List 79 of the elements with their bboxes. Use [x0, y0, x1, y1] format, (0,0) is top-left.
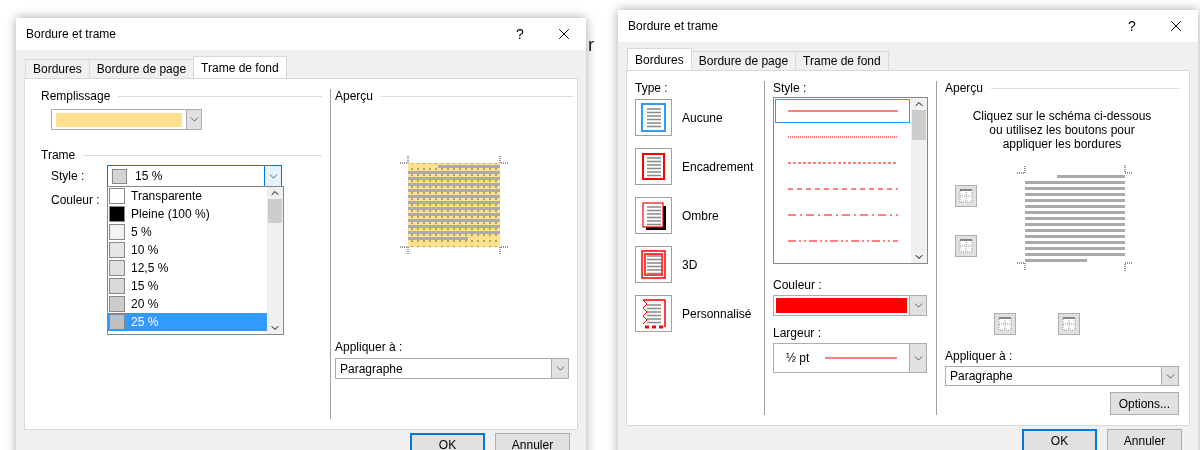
border-grid-icon	[959, 239, 973, 253]
line-style-list[interactable]	[773, 97, 928, 264]
dropdown-arrow-button[interactable]	[264, 165, 281, 187]
option-label: 12,5 %	[131, 260, 169, 275]
dropdown-arrow-button[interactable]	[186, 110, 201, 129]
tab[interactable]: Trame de fond	[795, 51, 889, 70]
dropdown-arrow-button[interactable]	[551, 359, 568, 378]
dialog-button[interactable]: OK	[410, 433, 485, 450]
fill-color-dropdown[interactable]	[51, 109, 202, 130]
tab[interactable]: Bordure de page	[88, 59, 195, 78]
dropdown-arrow-button[interactable]	[1161, 367, 1178, 385]
line-style-icon	[787, 214, 898, 216]
section-label: Remplissage	[41, 89, 111, 103]
line-style-option[interactable]	[775, 99, 910, 123]
field-label: Appliquer à :	[945, 349, 1014, 364]
option-label: Transparente	[131, 188, 202, 203]
line-style-icon	[787, 188, 898, 190]
line-color-dropdown[interactable]	[773, 295, 927, 316]
window-title: Bordure et trame	[628, 19, 720, 33]
line-style-icon	[787, 136, 898, 138]
field-label: Type :	[635, 81, 669, 95]
option-label: Pleine (100 %)	[131, 206, 210, 221]
tab[interactable]: Trame de fond	[193, 56, 287, 78]
dropdown-arrow-button[interactable]	[909, 296, 926, 315]
border-toggle-button[interactable]	[955, 235, 977, 257]
border-type-button[interactable]	[635, 197, 672, 234]
line-width-dropdown[interactable]: ½ pt	[773, 343, 927, 373]
line-style-icon	[787, 162, 898, 164]
field-label: Style :	[51, 169, 86, 183]
apply-to-dropdown[interactable]: Paragraphe	[945, 366, 1179, 386]
option-label: 25 %	[131, 314, 159, 329]
window-title: Bordure et trame	[26, 27, 118, 41]
scrollbar[interactable]	[267, 186, 283, 334]
dropdown-arrow-button[interactable]	[909, 344, 926, 372]
option-label: Personnalisé	[682, 306, 752, 321]
scrollbar[interactable]	[911, 98, 927, 263]
dialog-button[interactable]: Annuler	[1107, 429, 1182, 450]
dropdown-value: ½ pt	[786, 351, 810, 365]
dialog-button[interactable]: Annuler	[495, 433, 570, 450]
scrollbar-thumb[interactable]	[912, 110, 926, 140]
tab[interactable]: Bordures	[25, 59, 90, 78]
option-label: Encadrement	[682, 159, 754, 174]
border-toggle-button[interactable]	[955, 185, 977, 207]
options-button[interactable]: Options...	[1109, 392, 1179, 415]
option-label: 3D	[682, 257, 698, 272]
tab[interactable]: Bordures	[627, 48, 692, 70]
scrollbar-thumb[interactable]	[268, 198, 282, 223]
field-label: Couleur :	[773, 278, 823, 292]
border-grid-icon	[998, 317, 1012, 332]
border-toggle-button[interactable]	[994, 313, 1016, 336]
apply-to-dropdown[interactable]: Paragraphe	[335, 358, 569, 379]
instruction-text: Cliquez sur le schéma ci-dessous ou utilisez les boutons pour appliquer les bordures	[972, 109, 1152, 151]
border-grid-icon	[1062, 317, 1076, 332]
dropdown-value: Paragraphe	[950, 369, 1013, 384]
dropdown-value: Paragraphe	[340, 361, 403, 376]
help-button[interactable]: ?	[1110, 18, 1154, 34]
line-sample-icon	[825, 357, 898, 359]
help-button[interactable]: ?	[498, 26, 542, 42]
dropdown-value: 15 %	[135, 169, 163, 183]
section-label: Trame	[41, 148, 76, 162]
option-label: 10 %	[131, 242, 159, 257]
field-label: Largeur :	[773, 326, 823, 340]
option-label: 20 %	[131, 296, 159, 311]
option-label: 15 %	[131, 278, 159, 293]
line-style-icon	[787, 240, 898, 242]
field-label: Couleur :	[51, 193, 100, 207]
section-label: Aperçu	[945, 81, 984, 95]
option-label: Ombre	[682, 208, 719, 223]
dialog-button[interactable]: OK	[1022, 429, 1097, 450]
field-label: Appliquer à :	[335, 340, 404, 354]
line-style-icon	[787, 110, 898, 112]
background-text: r	[588, 34, 595, 56]
border-grid-icon	[959, 189, 973, 203]
option-label: 5 %	[131, 224, 152, 239]
section-label: Aperçu	[335, 89, 374, 103]
border-toggle-button[interactable]	[1058, 313, 1080, 336]
field-label: Style :	[773, 81, 808, 95]
option-label: Aucune	[682, 110, 723, 125]
tab[interactable]: Bordure de page	[690, 51, 797, 70]
